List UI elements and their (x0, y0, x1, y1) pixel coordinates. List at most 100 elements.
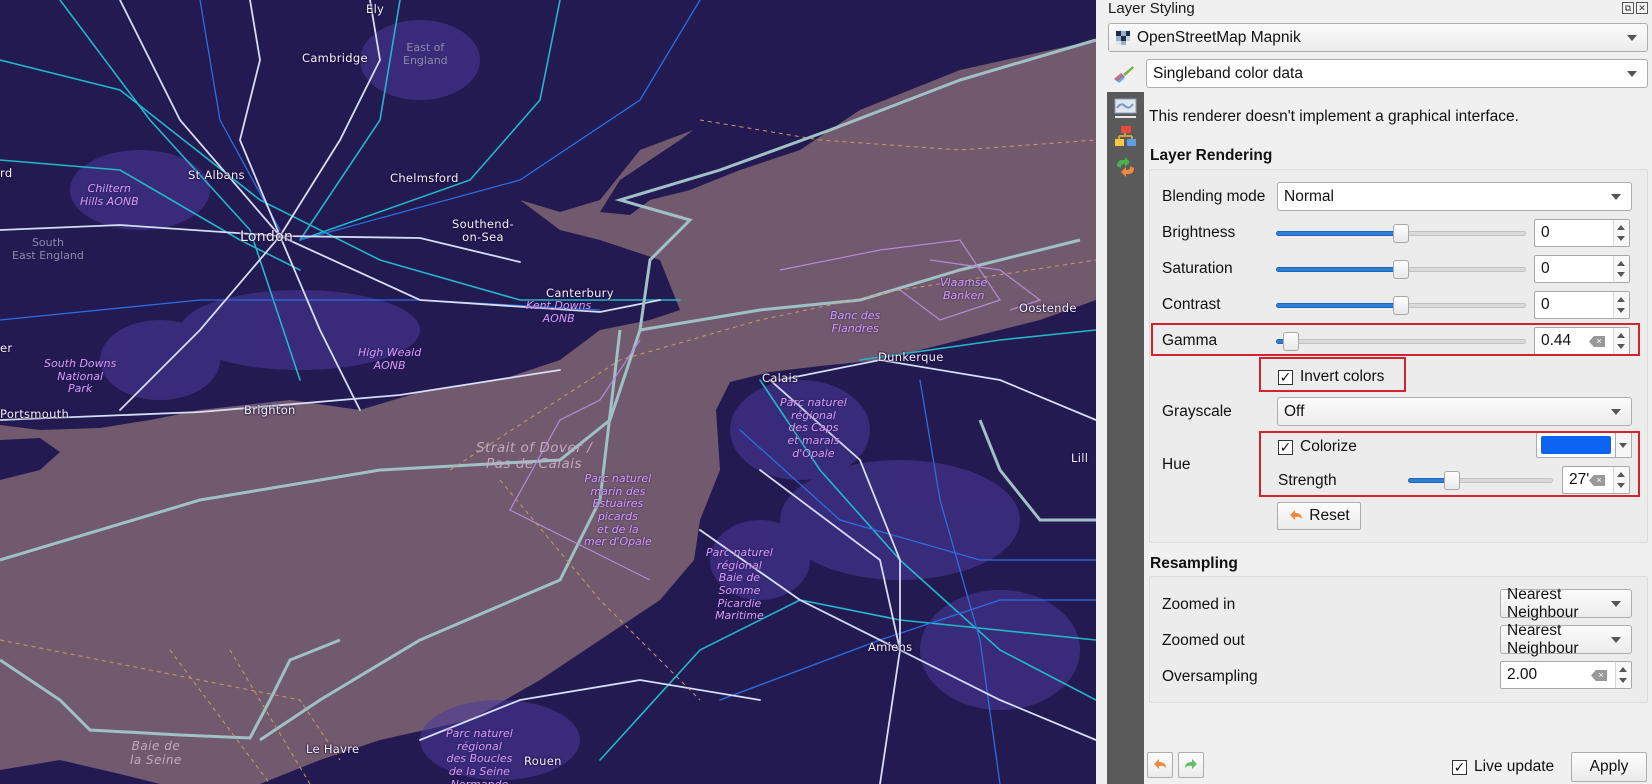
map-city-label: Dunkerque (878, 350, 944, 364)
map-sea-label: Strait of Dover / Pas de Calais (476, 440, 593, 472)
spin-down-icon[interactable] (1617, 308, 1625, 313)
map-park-label: Parc naturel régional des Boucles de la … (446, 727, 513, 784)
chevron-down-icon (1627, 35, 1637, 41)
invert-colors-checkbox[interactable]: ✓ (1278, 369, 1293, 385)
paint-brush-icon (1114, 66, 1134, 83)
saturation-spinbox[interactable]: 0 (1534, 255, 1630, 283)
grayscale-label: Grayscale (1162, 403, 1232, 420)
layer-select-value: OpenStreetMap Mapnik (1137, 28, 1301, 46)
live-update-checkbox[interactable]: ✓ (1452, 759, 1467, 775)
chevron-down-icon (1611, 409, 1621, 415)
spin-up-icon[interactable] (1617, 472, 1625, 477)
colorize-color-button[interactable] (1536, 432, 1616, 458)
close-panel-button[interactable]: ✕ (1636, 2, 1648, 14)
layer-select[interactable]: OpenStreetMap Mapnik (1108, 23, 1648, 52)
spin-up-icon[interactable] (1617, 297, 1625, 302)
clear-icon[interactable]: × (1591, 670, 1607, 681)
map-city-label: Southend- on-Sea (452, 217, 514, 245)
map-sea-label: Baie de la Seine (130, 739, 182, 767)
grayscale-select-value: Off (1284, 402, 1305, 420)
slider-handle[interactable] (1393, 224, 1409, 243)
chevron-down-icon (1619, 443, 1627, 448)
spin-down-icon[interactable] (1617, 483, 1625, 488)
panel-title: Layer Styling (1108, 0, 1195, 17)
layer-rendering-title: Layer Rendering (1150, 147, 1273, 164)
spin-down-icon[interactable] (1617, 272, 1625, 277)
spin-buttons[interactable] (1613, 220, 1629, 246)
slider-handle[interactable] (1283, 332, 1299, 351)
renderer-type-select[interactable]: Singleband color data (1146, 59, 1648, 88)
live-update[interactable]: ✓ Live update (1452, 758, 1554, 776)
live-update-label: Live update (1474, 758, 1555, 775)
colorize-checkbox[interactable]: ✓ (1278, 439, 1293, 455)
spin-buttons[interactable] (1613, 328, 1629, 354)
map-city-label: er (0, 341, 13, 355)
gamma-spinbox[interactable]: 0.44 × (1534, 327, 1630, 355)
map-city-label: Lill (1071, 451, 1089, 465)
map-city-label: Cambridge (302, 51, 368, 65)
float-panel-button[interactable]: ⧉ (1622, 2, 1634, 14)
styling-sidebar (1107, 92, 1144, 784)
spin-buttons[interactable] (1615, 662, 1631, 688)
slider-handle[interactable] (1393, 260, 1409, 279)
grayscale-select[interactable]: Off (1277, 397, 1632, 426)
renderer-type-value: Singleband color data (1153, 64, 1303, 82)
saturation-spinbox-value: 0 (1541, 260, 1550, 277)
strength-slider[interactable] (1408, 468, 1553, 492)
spin-up-icon[interactable] (1619, 667, 1627, 672)
map-park-label: Chiltern Hills AONB (80, 182, 139, 208)
clear-icon[interactable]: × (1589, 336, 1605, 347)
map-canvas[interactable]: Ely Cambridge East of England St Albans … (0, 0, 1096, 784)
spin-buttons[interactable] (1613, 292, 1629, 318)
gamma-slider[interactable] (1276, 329, 1526, 353)
undo-button[interactable] (1147, 752, 1173, 778)
spin-down-icon[interactable] (1617, 344, 1625, 349)
brightness-spinbox[interactable]: 0 (1534, 219, 1630, 247)
brightness-slider[interactable] (1276, 221, 1526, 245)
map-city-label: Portsmouth (0, 407, 70, 421)
spin-buttons[interactable] (1613, 467, 1629, 493)
oversampling-label: Oversampling (1162, 668, 1258, 685)
spin-down-icon[interactable] (1617, 236, 1625, 241)
spin-buttons[interactable] (1613, 256, 1629, 282)
slider-handle[interactable] (1443, 471, 1460, 490)
spin-down-icon[interactable] (1619, 678, 1627, 683)
layer-tree-icon[interactable] (1113, 124, 1138, 149)
contrast-slider[interactable] (1276, 293, 1526, 317)
zoomed-out-select[interactable]: Nearest Neighbour (1500, 622, 1632, 657)
map-region-label: South East England (12, 236, 84, 262)
reset-label: Reset (1309, 507, 1350, 524)
contrast-label: Contrast (1162, 296, 1221, 313)
contrast-spinbox[interactable]: 0 (1534, 291, 1630, 319)
zoomed-in-label: Zoomed in (1162, 596, 1236, 613)
spin-up-icon[interactable] (1617, 333, 1625, 338)
map-park-label: Parc naturel régional des Caps et marais… (780, 396, 847, 460)
history-icon[interactable] (1113, 154, 1138, 179)
colorize[interactable]: ✓ Colorize (1278, 438, 1357, 456)
color-dropdown-button[interactable] (1615, 432, 1632, 458)
reset-button[interactable]: Reset (1277, 502, 1361, 530)
spin-up-icon[interactable] (1617, 261, 1625, 266)
clear-icon[interactable]: × (1589, 475, 1605, 486)
zoomed-in-select[interactable]: Nearest Neighbour (1500, 586, 1632, 621)
blending-mode-select[interactable]: Normal (1277, 182, 1632, 211)
saturation-slider[interactable] (1276, 257, 1526, 281)
brightness-spinbox-value: 0 (1541, 224, 1550, 241)
oversampling-spinbox[interactable]: 2.00 × (1500, 661, 1632, 689)
map-city-label: London (240, 229, 294, 245)
invert-colors[interactable]: ✓ Invert colors (1278, 368, 1384, 386)
slider-handle[interactable] (1393, 296, 1409, 315)
strength-spinbox[interactable]: 27' × (1562, 466, 1630, 494)
color-swatch (1541, 436, 1611, 454)
map-park-label: Parc naturel marin des Estuaires picards… (584, 472, 652, 549)
redo-icon (1185, 759, 1197, 769)
redo-button[interactable] (1178, 752, 1204, 778)
gamma-label: Gamma (1162, 332, 1218, 349)
chevron-down-icon (1611, 637, 1621, 643)
apply-button[interactable]: Apply (1571, 752, 1647, 782)
map-city-label: rd (0, 166, 13, 180)
map-park-label: Vlaamse Banken (940, 276, 988, 302)
raster-layer-icon (1116, 30, 1130, 45)
raster-symbology-icon[interactable] (1113, 96, 1138, 121)
spin-up-icon[interactable] (1617, 225, 1625, 230)
